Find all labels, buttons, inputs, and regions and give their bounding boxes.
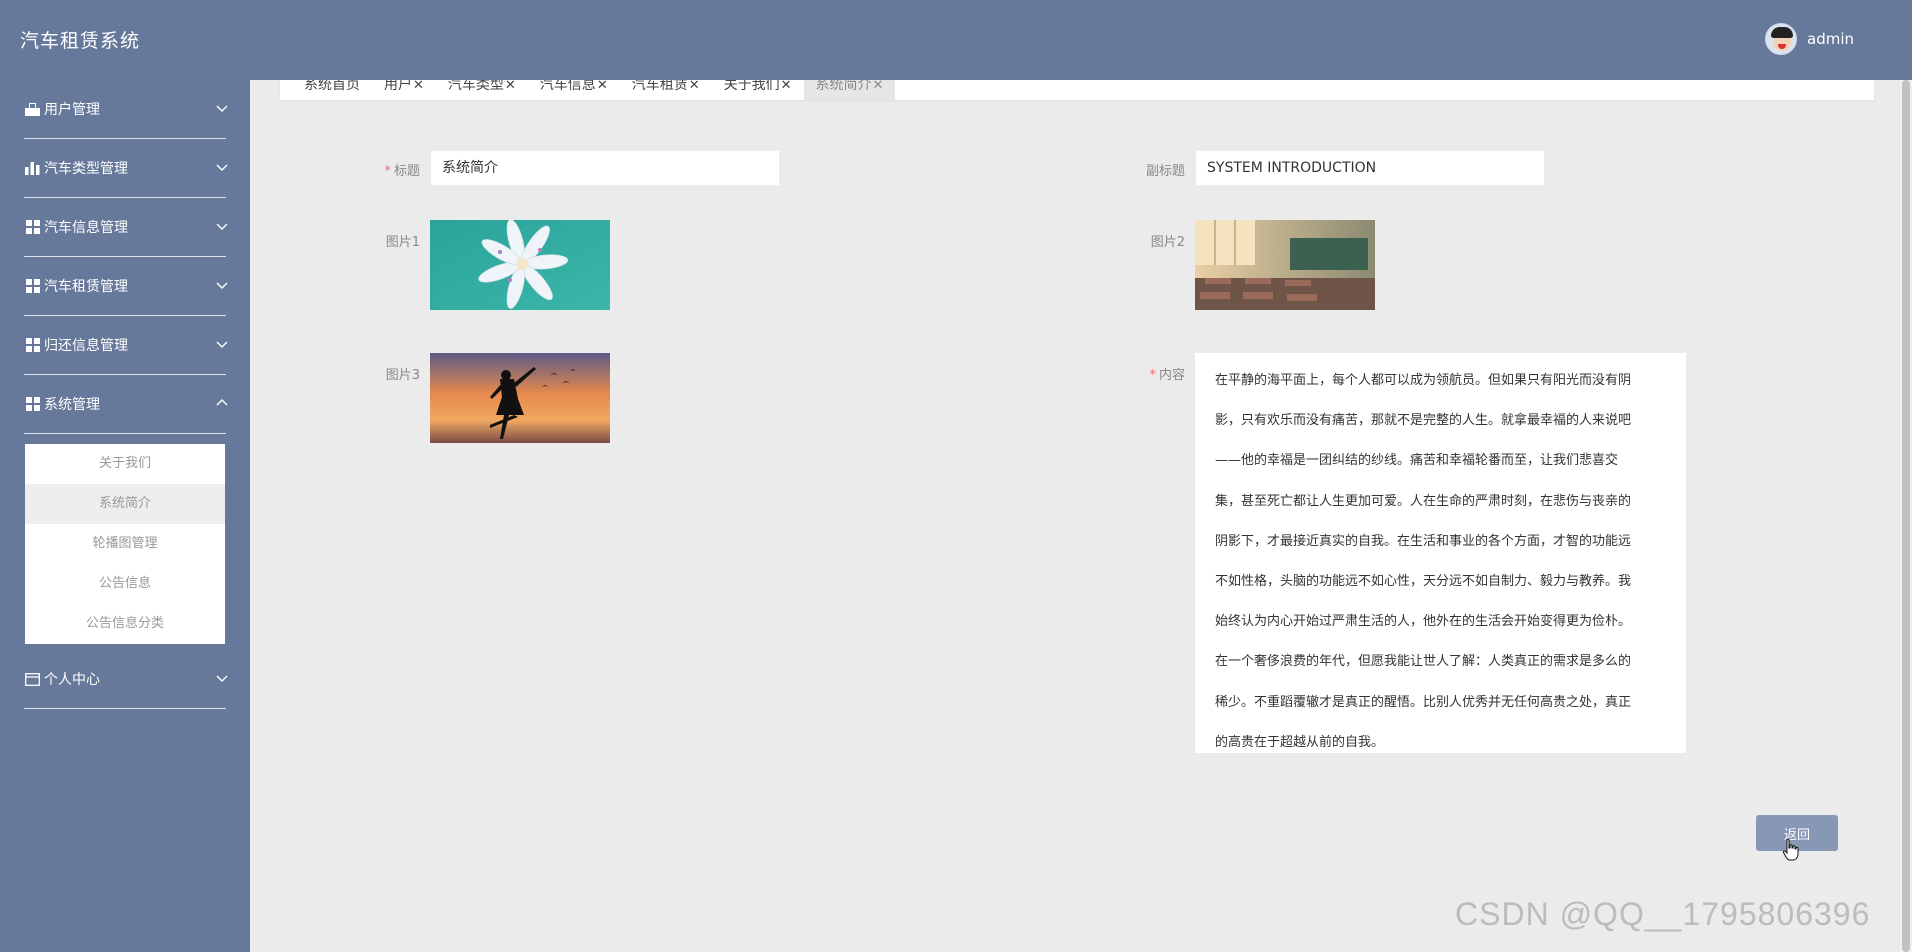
close-icon[interactable]: ✕ — [505, 78, 516, 93]
close-icon[interactable]: ✕ — [781, 78, 792, 93]
submenu-item-about-us[interactable]: 关于我们 — [25, 444, 225, 484]
title-input[interactable]: 系统简介 — [430, 150, 780, 186]
title-label: * 标题 — [370, 160, 420, 179]
chevron-down-icon — [216, 164, 228, 171]
chevron-down-icon — [216, 223, 228, 230]
card-icon — [25, 672, 40, 686]
sidebar-item-car-type-management[interactable]: 汽车类型管理 — [0, 139, 250, 197]
picture3-label: 图片3 — [385, 368, 420, 383]
scrollbar[interactable] — [1900, 80, 1912, 952]
system-submenu: 关于我们 系统简介 轮播图管理 公告信息 公告信息分类 — [25, 444, 225, 644]
picture2-label: 图片2 — [1150, 235, 1185, 250]
sidebar-item-label: 归还信息管理 — [44, 338, 128, 354]
subtitle-input[interactable]: SYSTEM INTRODUCTION — [1195, 150, 1545, 186]
sidebar: 用户管理 汽车类型管理 汽车信息管理 汽车租赁管理 归还信息管理 系统管理 关于… — [0, 80, 250, 952]
top-header: 汽车租赁系统 admin — [0, 0, 1912, 80]
bar-chart-icon — [25, 161, 40, 175]
picture1-label: 图片1 — [385, 235, 420, 250]
sidebar-item-label: 汽车信息管理 — [44, 220, 128, 236]
sidebar-item-system-management[interactable]: 系统管理 — [0, 375, 250, 433]
sidebar-item-label: 汽车租赁管理 — [44, 279, 128, 295]
content-line: 不如性格，头脑的功能远不如心性，天分远不如自制力、毅力与教养。我 — [1215, 574, 1632, 590]
sidebar-item-label: 汽车类型管理 — [44, 161, 128, 177]
chevron-down-icon — [216, 341, 228, 348]
content-line: 阴影下，才最接近真实的自我。在生活和事业的各个方面，才智的功能远 — [1215, 533, 1632, 549]
grid-icon — [25, 397, 40, 411]
submenu-item-announcement-categories[interactable]: 公告信息分类 — [25, 604, 225, 644]
required-mark: * — [384, 164, 391, 179]
chevron-up-icon — [216, 399, 228, 406]
sidebar-item-return-info-management[interactable]: 归还信息管理 — [0, 316, 250, 374]
title-label-text: 标题 — [393, 164, 420, 179]
submenu-item-system-intro[interactable]: 系统简介 — [25, 484, 225, 524]
content-line: ——他的幸福是一团纠结的纱线。痛苦和幸福轮番而至，让我们悲喜交 — [1215, 453, 1619, 469]
content-line: 始终认为内心开始过严肃生活的人，他外在的生活会开始变得更为俭朴。 — [1215, 614, 1632, 630]
sidebar-item-label: 个人中心 — [44, 672, 100, 688]
divider — [24, 708, 226, 709]
close-icon[interactable]: ✕ — [597, 78, 608, 93]
watermark: CSDN @QQ__1795806396 — [1455, 896, 1871, 932]
avatar[interactable] — [1765, 23, 1797, 55]
content-label: * 内容 — [1125, 364, 1185, 383]
chevron-down-icon — [216, 675, 228, 682]
close-icon[interactable]: ✕ — [873, 78, 884, 93]
sidebar-item-personal-center[interactable]: 个人中心 — [0, 650, 250, 708]
app-title: 汽车租赁系统 — [20, 30, 141, 52]
sidebar-item-car-info-management[interactable]: 汽车信息管理 — [0, 198, 250, 256]
content-label-text: 内容 — [1158, 368, 1185, 383]
scrollbar-thumb[interactable] — [1902, 80, 1910, 952]
content-line: 在一个奢侈浪费的年代，但愿我能让世人了解：人类真正的需求是多么的 — [1215, 654, 1632, 670]
divider — [24, 433, 226, 434]
sidebar-item-label: 用户管理 — [44, 102, 100, 118]
sidebar-item-user-management[interactable]: 用户管理 — [0, 80, 250, 138]
chevron-down-icon — [216, 105, 228, 112]
content-line: 稀少。不重蹈覆辙才是真正的醒悟。比别人优秀并无任何高贵之处，真正 — [1215, 694, 1632, 710]
content-line: 在平静的海平面上，每个人都可以成为领航员。但如果只有阳光而没有阴 — [1215, 373, 1632, 388]
sidebar-item-label: 系统管理 — [44, 397, 100, 413]
content-line: 影，只有欢乐而没有痛苦，那就不是完整的人生。就拿最幸福的人来说吧 — [1215, 413, 1632, 429]
sidebar-item-car-rental-management[interactable]: 汽车租赁管理 — [0, 257, 250, 315]
grid-icon — [25, 338, 40, 352]
content-line: 集，甚至死亡都让人生更加可爱。人在生命的严肃时刻，在悲伤与丧亲的 — [1215, 493, 1632, 509]
picture1-image[interactable] — [430, 220, 610, 310]
username[interactable]: admin — [1807, 30, 1854, 48]
user-menu[interactable]: admin — [1765, 23, 1854, 55]
required-mark: * — [1149, 368, 1156, 383]
close-icon[interactable]: ✕ — [413, 78, 424, 93]
hand-pointer-icon — [1782, 838, 1799, 861]
picture2-image[interactable] — [1195, 220, 1375, 310]
content-textarea[interactable]: 在平静的海平面上，每个人都可以成为领航员。但如果只有阳光而没有阴 影，只有欢乐而… — [1195, 353, 1686, 753]
content-line: 的高贵在于超越从前的自我。 — [1215, 734, 1385, 750]
close-icon[interactable]: ✕ — [689, 78, 700, 93]
picture3-image[interactable] — [430, 353, 610, 443]
chevron-down-icon — [216, 282, 228, 289]
grid-icon — [25, 279, 40, 293]
submenu-item-carousel-management[interactable]: 轮播图管理 — [25, 524, 225, 564]
user-icon — [25, 102, 40, 116]
subtitle-label: 副标题 — [1145, 164, 1185, 179]
grid-icon — [25, 220, 40, 234]
submenu-item-announcements[interactable]: 公告信息 — [25, 564, 225, 604]
